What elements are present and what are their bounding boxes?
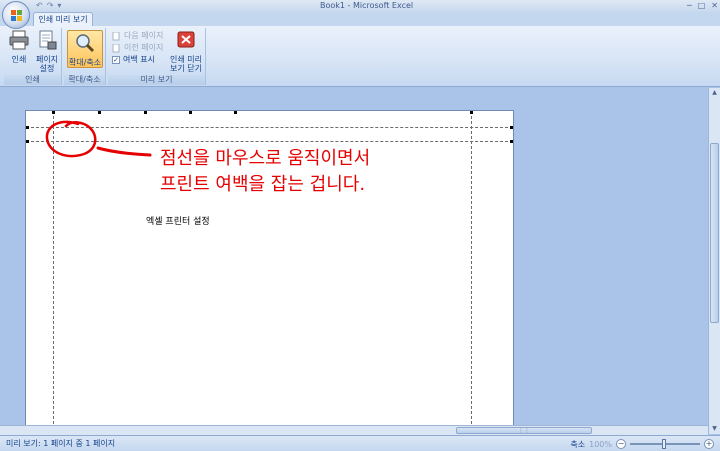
scroll-grip-icon: ⋮⋮ [518,427,530,434]
scroll-down-icon[interactable]: ▼ [709,424,720,434]
status-page-info: 미리 보기: 1 페이지 중 1 페이지 [6,439,116,448]
annotation-drawing [45,120,152,158]
vertical-scroll-thumb[interactable] [710,143,719,323]
vertical-scrollbar[interactable]: ▲ ▼ [708,88,720,434]
status-bar: 미리 보기: 1 페이지 중 1 페이지 축소 100% − + [0,435,720,451]
zoom-plus-icon[interactable]: + [704,439,714,449]
office-button[interactable] [2,1,30,29]
scroll-up-icon[interactable]: ▲ [709,88,720,98]
annotation-line-2: 프린트 여백을 잡는 겁니다. [160,174,366,195]
zoom-out-label[interactable]: 축소 [570,439,585,450]
zoom-minus-icon[interactable]: − [616,439,626,449]
zoom-controls: 축소 100% − + [570,438,714,450]
zoom-slider-knob[interactable] [662,439,666,449]
zoom-percent: 100% [589,439,612,449]
annotation-circle [45,120,97,158]
annotation-line-1: 점선을 마우스로 움직이면서 [160,148,371,169]
annotation-text: 점선을 마우스로 움직이면서 프린트 여백을 잡는 겁니다. [160,146,370,198]
horizontal-scrollbar[interactable]: ⋮⋮ [0,425,708,435]
zoom-slider[interactable] [630,439,700,449]
office-logo-icon [11,10,23,22]
annotation-pointer-line [96,146,152,157]
